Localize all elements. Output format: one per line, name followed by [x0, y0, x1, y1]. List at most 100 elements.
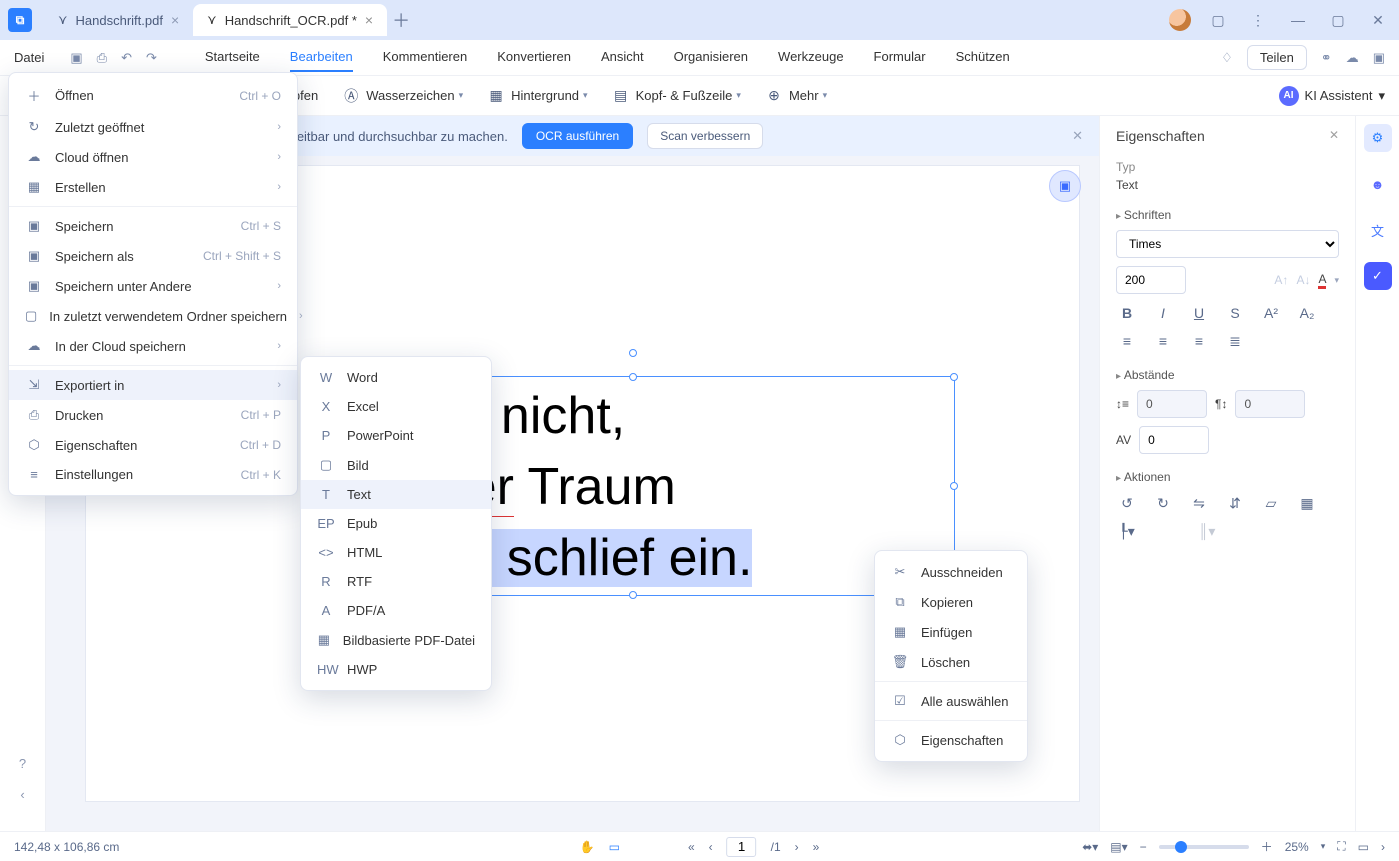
- header-footer-tool[interactable]: ▤Kopf- & Fußzeile▾: [612, 87, 741, 105]
- save-icon[interactable]: ▣: [70, 50, 82, 66]
- flip-vertical-icon[interactable]: ⇵: [1224, 492, 1246, 514]
- next-page-icon[interactable]: ›: [795, 840, 799, 854]
- minimize-icon[interactable]: —: [1285, 12, 1311, 28]
- align-right-icon[interactable]: ≡: [1188, 330, 1210, 352]
- lightbulb-icon[interactable]: ♢: [1221, 50, 1233, 66]
- context-menu-item[interactable]: 🗑Löschen: [875, 647, 1027, 677]
- file-menu-item[interactable]: ☁Cloud öffnen›: [9, 142, 297, 172]
- italic-icon[interactable]: I: [1152, 302, 1174, 324]
- file-menu-item[interactable]: ▢In zuletzt verwendetem Ordner speichern…: [9, 301, 297, 331]
- file-menu-item[interactable]: ⎙DruckenCtrl + P: [9, 400, 297, 430]
- align-objects-icon[interactable]: ┞▾: [1116, 520, 1138, 542]
- file-menu-item[interactable]: ↻Zuletzt geöffnet›: [9, 112, 297, 142]
- fullscreen-icon[interactable]: ⛶: [1337, 839, 1345, 854]
- prev-page-icon[interactable]: ‹: [709, 840, 713, 854]
- export-menu-item[interactable]: HWHWP: [301, 655, 491, 684]
- file-menu-item[interactable]: ☁In der Cloud speichern›: [9, 331, 297, 361]
- expand-right-icon[interactable]: ›: [1381, 840, 1385, 854]
- read-mode-icon[interactable]: ▭: [1358, 840, 1369, 854]
- file-menu-item[interactable]: ▦Erstellen›: [9, 172, 297, 202]
- context-menu-item[interactable]: ✂Ausschneiden: [875, 557, 1027, 587]
- main-tab-formular[interactable]: Formular: [874, 43, 926, 72]
- close-icon[interactable]: ✕: [1072, 128, 1083, 144]
- close-icon[interactable]: ✕: [1329, 128, 1339, 142]
- file-menu-item[interactable]: ⬡EigenschaftenCtrl + D: [9, 430, 297, 460]
- context-menu-item[interactable]: ▦Einfügen: [875, 617, 1027, 647]
- ai-chat-icon[interactable]: ☻: [1364, 170, 1392, 198]
- panel-toggle-icon[interactable]: ▢: [1205, 12, 1231, 29]
- ocr-improve-button[interactable]: Scan verbessern: [647, 123, 763, 149]
- export-menu-item[interactable]: TText: [301, 480, 491, 509]
- strikethrough-icon[interactable]: S: [1224, 302, 1246, 324]
- last-page-icon[interactable]: »: [813, 840, 820, 854]
- add-tab-button[interactable]: ＋: [387, 6, 415, 34]
- file-menu-item[interactable]: ⇲Exportiert in›: [9, 370, 297, 400]
- fit-width-icon[interactable]: ⬌▾: [1082, 840, 1098, 854]
- share-button[interactable]: Teilen: [1247, 45, 1307, 70]
- bold-icon[interactable]: B: [1116, 302, 1138, 324]
- print-icon[interactable]: ⎙: [97, 50, 107, 66]
- distribute-icon[interactable]: ║▾: [1196, 520, 1218, 542]
- subscript-icon[interactable]: A₂: [1296, 302, 1318, 324]
- char-spacing-input[interactable]: [1139, 426, 1209, 454]
- zoom-out-icon[interactable]: −: [1140, 840, 1147, 854]
- context-menu-item[interactable]: ⬡Eigenschaften: [875, 725, 1027, 755]
- superscript-icon[interactable]: A²: [1260, 302, 1282, 324]
- export-menu-item[interactable]: ▦Bildbasierte PDF-Datei: [301, 625, 491, 655]
- export-menu-item[interactable]: ▢Bild: [301, 450, 491, 480]
- background-tool[interactable]: ▦Hintergrund▾: [487, 87, 587, 105]
- document-tab-0[interactable]: ⋎ Handschrift.pdf ×: [44, 4, 193, 36]
- avatar[interactable]: [1169, 9, 1191, 31]
- watermark-tool[interactable]: ⒶWasserzeichen▾: [342, 87, 463, 105]
- select-tool-icon[interactable]: ▭: [609, 840, 620, 854]
- file-menu-item[interactable]: ▣Speichern unter Andere›: [9, 271, 297, 301]
- maximize-icon[interactable]: ▢: [1325, 12, 1351, 29]
- export-menu-item[interactable]: WWord: [301, 363, 491, 392]
- undo-icon[interactable]: ↶: [121, 50, 132, 66]
- ai-assistant-button[interactable]: AI KI Assistent ▾: [1279, 86, 1385, 106]
- increase-font-icon[interactable]: A↑: [1274, 273, 1288, 287]
- kebab-icon[interactable]: ⋮: [1245, 12, 1271, 29]
- file-menu-button[interactable]: Datei: [14, 50, 44, 65]
- document-tab-1[interactable]: ⋎ Handschrift_OCR.pdf * ×: [193, 4, 387, 36]
- cloud-upload-icon[interactable]: ☁: [1346, 50, 1359, 66]
- settings-sliders-icon[interactable]: ⚙: [1364, 124, 1392, 152]
- align-left-icon[interactable]: ≡: [1116, 330, 1138, 352]
- main-tab-startseite[interactable]: Startseite: [205, 43, 260, 72]
- export-menu-item[interactable]: XExcel: [301, 392, 491, 421]
- checklist-icon[interactable]: ✓: [1364, 262, 1392, 290]
- export-menu-item[interactable]: PPowerPoint: [301, 421, 491, 450]
- align-center-icon[interactable]: ≡: [1152, 330, 1174, 352]
- crop-view-icon[interactable]: ▣: [1049, 170, 1081, 202]
- translate-icon[interactable]: 文: [1364, 216, 1392, 244]
- replace-icon[interactable]: ▦: [1296, 492, 1318, 514]
- main-tab-werkzeuge[interactable]: Werkzeuge: [778, 43, 844, 72]
- help-icon[interactable]: ?: [19, 756, 26, 771]
- redo-icon[interactable]: ↷: [146, 50, 157, 66]
- font-size-input[interactable]: [1116, 266, 1186, 294]
- main-tab-konvertieren[interactable]: Konvertieren: [497, 43, 571, 72]
- main-tab-ansicht[interactable]: Ansicht: [601, 43, 644, 72]
- zoom-in-icon[interactable]: ＋: [1261, 838, 1273, 855]
- main-tab-bearbeiten[interactable]: Bearbeiten: [290, 43, 353, 72]
- more-tool[interactable]: ⊕Mehr▾: [765, 87, 827, 105]
- context-menu-item[interactable]: ☑Alle auswählen: [875, 686, 1027, 716]
- close-icon[interactable]: ×: [365, 12, 373, 28]
- rotate-right-icon[interactable]: ↻: [1152, 492, 1174, 514]
- font-color-icon[interactable]: A: [1318, 272, 1326, 289]
- flip-horizontal-icon[interactable]: ⇋: [1188, 492, 1210, 514]
- main-tab-schützen[interactable]: Schützen: [956, 43, 1010, 72]
- zoom-slider[interactable]: [1159, 845, 1249, 849]
- export-menu-item[interactable]: RRTF: [301, 567, 491, 596]
- page-input[interactable]: [727, 837, 757, 857]
- first-page-icon[interactable]: «: [688, 840, 695, 854]
- align-justify-icon[interactable]: ≣: [1224, 330, 1246, 352]
- crop-icon[interactable]: ▱: [1260, 492, 1282, 514]
- main-tab-kommentieren[interactable]: Kommentieren: [383, 43, 468, 72]
- export-menu-item[interactable]: <>HTML: [301, 538, 491, 567]
- underline-icon[interactable]: U: [1188, 302, 1210, 324]
- file-menu-item[interactable]: ▣SpeichernCtrl + S: [9, 211, 297, 241]
- sitemap-icon[interactable]: ⚭: [1321, 50, 1332, 66]
- main-tab-organisieren[interactable]: Organisieren: [674, 43, 748, 72]
- file-menu-item[interactable]: ＋ÖffnenCtrl + O: [9, 79, 297, 112]
